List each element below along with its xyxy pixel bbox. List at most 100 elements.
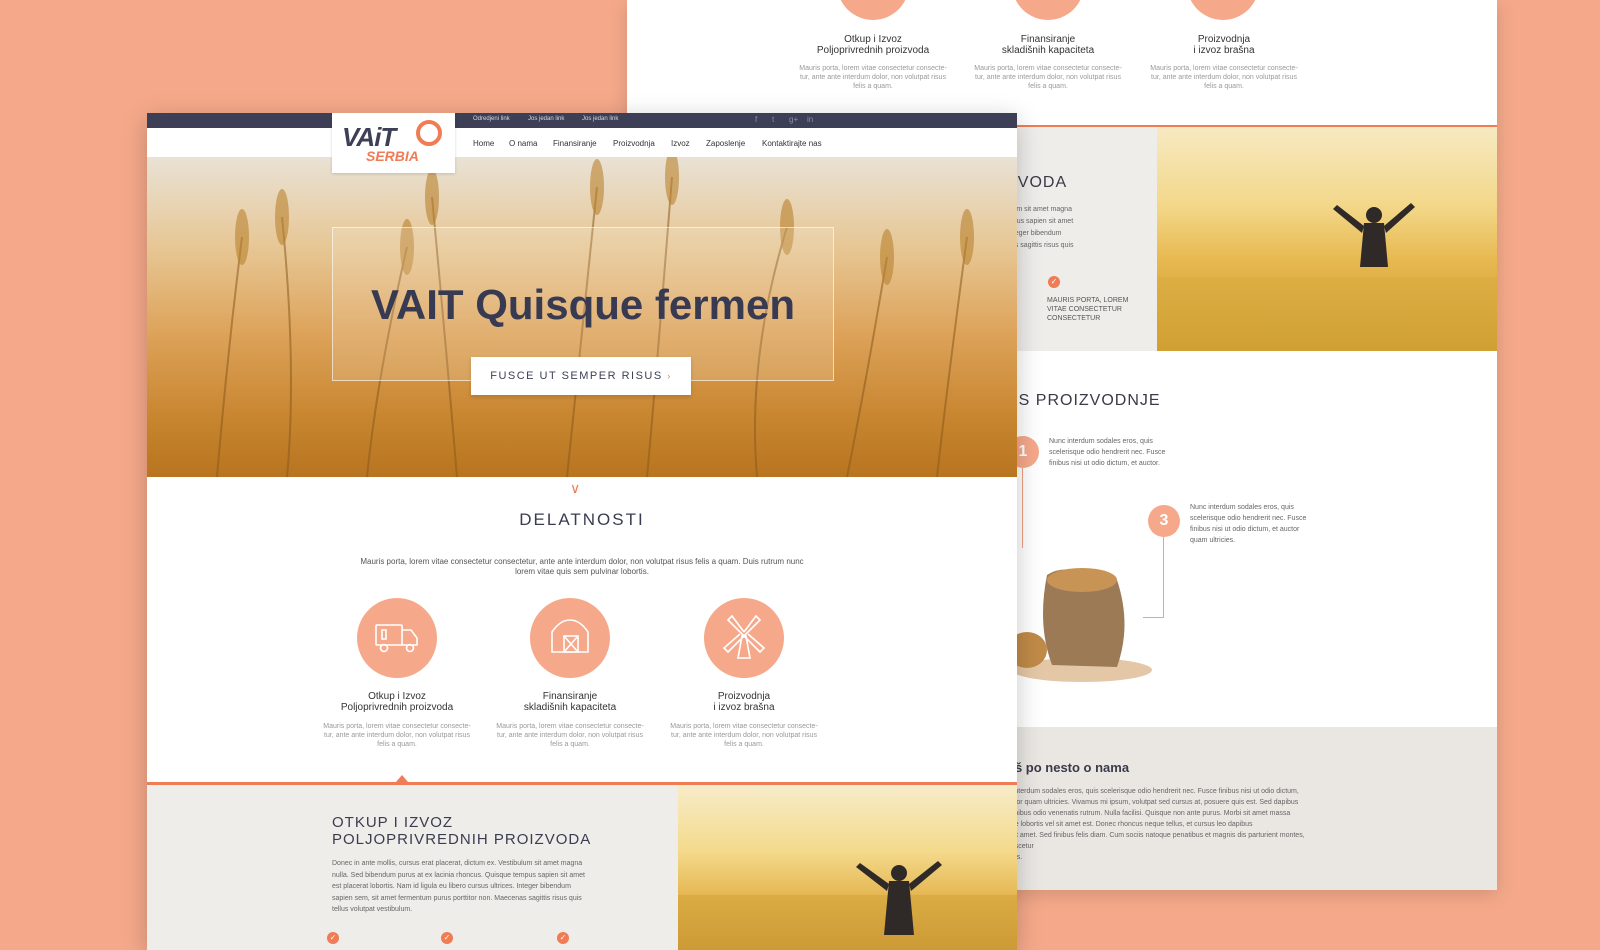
section-title: DELATNOSTI	[519, 510, 645, 529]
man-in-field-image	[678, 861, 1017, 950]
step-badge: 3	[1148, 505, 1180, 537]
service-title: Finansiranje skladišnih kapaciteta	[963, 34, 1133, 56]
desc-line: felis a quam.	[853, 83, 893, 90]
service-desc: Mauris porta, lorem vitae consectetur co…	[490, 722, 650, 749]
text-line: finibus nisi ut odio dictum, et auctor	[1190, 526, 1300, 533]
hero-cta-button[interactable]: FUSCE UT SEMPER RISUS ›	[471, 357, 691, 395]
chevron-down-icon[interactable]: ∨	[570, 480, 580, 497]
grain-sack-image	[1007, 568, 1152, 682]
top-link[interactable]: Jos jedan link	[528, 116, 564, 122]
section-title: OTKUP I IZVOZ POLJOPRIVREDNIH PROIZVODA	[332, 814, 591, 848]
truck-icon-circle	[837, 0, 909, 20]
logo-subtext: SERBIA	[366, 148, 419, 164]
service-title-line: Proizvodnja	[1197, 34, 1251, 45]
section-text: e interdum sodales eros, quis scelerisqu…	[1007, 786, 1307, 863]
top-link[interactable]: Jos jedan link	[582, 116, 618, 122]
active-indicator	[396, 775, 408, 782]
text-line: tellus volutpat vestibulum.	[332, 906, 413, 913]
logo[interactable]: VAiT SERBIA	[332, 113, 455, 173]
twitter-icon[interactable]: t	[772, 115, 774, 124]
desc-line: tur, ante ante interdum dolor, non volut…	[1151, 74, 1297, 81]
facebook-icon[interactable]: f	[755, 115, 757, 124]
man-in-field-image	[1157, 203, 1497, 351]
service-title-line: skladišnih kapaciteta	[1001, 45, 1095, 56]
text-line: t sit amet. Sed finibus felis diam. Cum …	[1007, 832, 1305, 850]
desc-line: tur, ante ante interdum dolor, non volut…	[800, 74, 946, 81]
text-line: uctor quam ultricies. Vivamus mi ipsum, …	[1007, 799, 1299, 806]
service-title: Finansiranje skladišnih kapaciteta	[475, 691, 665, 713]
section-title: oš po nesto o nama	[1007, 760, 1130, 775]
service-title-line: Otkup i Izvoz	[368, 691, 426, 702]
windmill-icon-circle	[1187, 0, 1259, 20]
desc-line: Mauris porta, lorem vitae consectetur co…	[670, 723, 818, 730]
service-icon-circle[interactable]	[704, 598, 784, 678]
nav-o-nama[interactable]: O nama	[509, 139, 537, 148]
service-desc: Mauris porta, lorem vitae consectetur co…	[317, 722, 477, 749]
text-line: Mauris porta, lorem vitae consectetur co…	[360, 557, 804, 566]
front-page-mockup: Odredjeni link Jos jedan link Jos jedan …	[147, 113, 1017, 950]
check-icon: ✓	[1048, 276, 1060, 288]
desc-line: tur, ante ante interdum dolor, non volut…	[324, 732, 470, 739]
check-caption: MAURIS PORTA, LOREM VITAE CONSECTETUR CO…	[1047, 296, 1157, 323]
check-icon: ✓	[441, 932, 453, 944]
service-desc: Mauris porta, lorem vitae consectetur co…	[1144, 64, 1304, 91]
service-desc: Mauris porta, lorem vitae consectetur co…	[968, 64, 1128, 91]
desc-line: tur, ante ante interdum dolor, non volut…	[497, 732, 643, 739]
text-line: Nunc interdum sodales eros, quis	[1190, 504, 1294, 511]
step-text: Nunc interdum sodales eros, quis sceleri…	[1190, 502, 1310, 546]
desc-line: felis a quam.	[1204, 83, 1244, 90]
service-title-line: Otkup i Izvoz	[844, 34, 902, 45]
service-title-line: Poljoprivrednih proizvoda	[816, 45, 930, 56]
field-photo	[678, 785, 1017, 950]
service-desc: Mauris porta, lorem vitae consectetur co…	[793, 64, 953, 91]
service-title-line: Finansiranje	[1020, 34, 1076, 45]
text-line: finibus nisi ut odio dictum, et auctor.	[1049, 460, 1160, 467]
text-line: quam ultricies.	[1190, 537, 1236, 544]
service-title-line: Proizvodnja	[717, 691, 771, 702]
google-plus-icon[interactable]: g+	[789, 115, 798, 124]
chevron-right-icon: ›	[667, 371, 672, 381]
nav-kontakt[interactable]: Kontaktirajte nas	[762, 139, 822, 148]
nav-home[interactable]: Home	[473, 139, 494, 148]
section-text: Donec in ante mollis, cursus erat placer…	[332, 858, 612, 916]
nav-zaposlenje[interactable]: Zaposlenje	[706, 139, 745, 148]
title-line: OTKUP I IZVOZ	[332, 814, 454, 831]
text-line: scelerisque odio hendrerit nec. Fusce	[1190, 515, 1307, 522]
step-text: Nunc interdum sodales eros, quis sceleri…	[1049, 436, 1169, 469]
service-title-line: i izvoz brašna	[1193, 45, 1255, 56]
linkedin-icon[interactable]: in	[807, 115, 813, 124]
desc-line: felis a quam.	[377, 741, 417, 748]
barn-icon	[551, 619, 589, 653]
hero-cta-label: FUSCE UT SEMPER RISUS	[490, 370, 663, 382]
service-title: Otkup i Izvoz Poljoprivrednih proizvoda	[302, 691, 492, 713]
desc-line: tur, ante ante interdum dolor, non volut…	[671, 732, 817, 739]
text-line: t finibus odio venenatis rutrum. Nulla f…	[1007, 810, 1291, 817]
service-desc: Mauris porta, lorem vitae consectetur co…	[664, 722, 824, 749]
service-icon-circle[interactable]	[530, 598, 610, 678]
text-line: e interdum sodales eros, quis scelerisqu…	[1007, 788, 1299, 795]
desc-line: Mauris porta, lorem vitae consectetur co…	[323, 723, 471, 730]
service-icon-circle[interactable]	[357, 598, 437, 678]
nav-proizvodnja[interactable]: Proizvodnja	[613, 139, 655, 148]
nav-finansiranje[interactable]: Finansiranje	[553, 139, 597, 148]
service-title: Proizvodnja i izvoz brašna	[649, 691, 839, 713]
hero-banner: VAIT Quisque fermen FUSCE UT SEMPER RISU…	[147, 157, 1017, 477]
wheat-logo-icon	[416, 120, 442, 146]
text-line: mus.	[1007, 852, 1307, 863]
truck-icon	[375, 624, 418, 653]
desc-line: Mauris porta, lorem vitae consectetur co…	[1150, 65, 1298, 72]
windmill-icon	[722, 614, 766, 659]
nav-izvoz[interactable]: Izvoz	[671, 139, 690, 148]
text-line: sapien sem, sit amet fermentum purus por…	[332, 894, 582, 902]
timeline-line	[1163, 530, 1164, 618]
field-photo	[1157, 127, 1497, 351]
caption-line: CONSECTETUR	[1047, 315, 1101, 322]
service-title-line: i izvoz brašna	[713, 702, 775, 713]
service-title: Proizvodnja i izvoz brašna	[1139, 34, 1309, 56]
text-line: Donec in ante mollis, cursus erat placer…	[332, 860, 583, 867]
desc-line: tur, ante ante interdum dolor, non volut…	[975, 74, 1121, 81]
top-link[interactable]: Odredjeni link	[473, 116, 510, 122]
check-icon: ✓	[557, 932, 569, 944]
title-line: POLJOPRIVREDNIH PROIZVODA	[332, 831, 592, 848]
desc-line: felis a quam.	[1028, 83, 1068, 90]
